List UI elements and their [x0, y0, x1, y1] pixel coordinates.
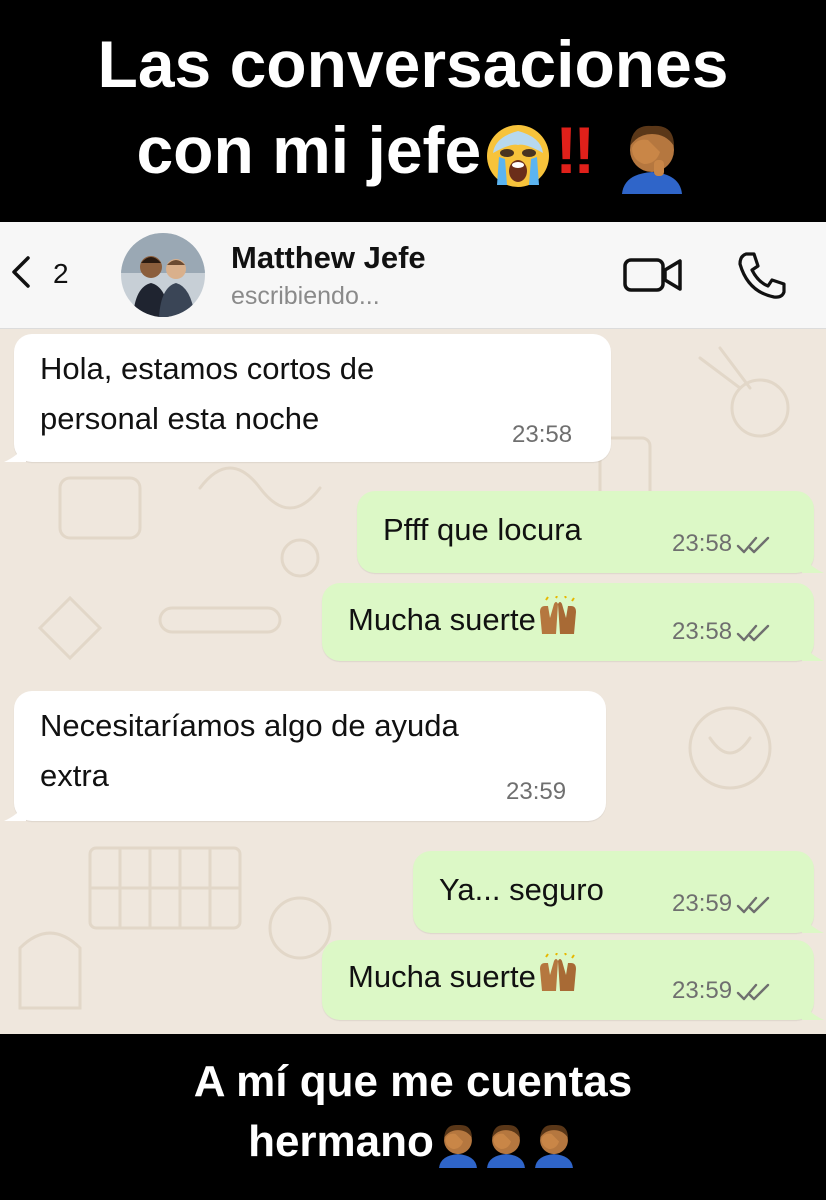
facepalm-emoji [621, 125, 682, 194]
double-exclamation: !! [555, 113, 595, 187]
message-line: Mucha suerte [348, 602, 536, 637]
message-line: personal esta noche [40, 401, 320, 436]
message-time-value: 23:58 [672, 618, 733, 645]
caption-line-2-text: con mi jefe [136, 113, 482, 187]
double-check-icon [736, 983, 770, 1000]
message-text: Mucha suerte [348, 595, 580, 645]
message-bubble-outgoing[interactable]: Mucha suerte 23:58 [322, 583, 824, 661]
raised-hands-emoji [539, 952, 576, 991]
message-line: Mucha suerte [348, 959, 536, 994]
bottom-caption-line-2: hermano [0, 1114, 826, 1170]
message-time-value: 23:59 [672, 890, 733, 917]
top-caption: Las conversaciones con mi jefe !! [0, 0, 826, 222]
contact-status: escribiendo... [231, 282, 380, 310]
message-time: 23:58 [672, 617, 772, 647]
message-text: Hola, estamos cortos de personal esta no… [40, 344, 374, 444]
message-line: Necesitaríamos algo de ayuda [40, 708, 459, 743]
message-text: Necesitaríamos algo de ayuda extra [40, 701, 459, 801]
double-check-icon [736, 624, 770, 641]
message-text: Ya... seguro [439, 872, 604, 907]
message-bubble-outgoing[interactable]: Ya... seguro 23:59 [413, 851, 824, 933]
bubble-tail [4, 444, 26, 462]
bottom-caption-line-1: A mí que me cuentas [193, 1057, 633, 1106]
message-line: Hola, estamos cortos de [40, 351, 375, 386]
bubble-tail [802, 1002, 824, 1020]
back-unread-count[interactable]: 2 [53, 258, 69, 290]
crying-face-emoji [487, 124, 550, 187]
message-time: 23:59 [672, 976, 772, 1006]
back-chevron-icon[interactable] [6, 252, 36, 292]
bubble-tail [4, 803, 26, 821]
facepalm-emoji [438, 1125, 477, 1169]
bottom-caption-line-2-text: hermano [248, 1117, 434, 1166]
message-time-value: 23:59 [672, 977, 733, 1004]
contact-name[interactable]: Matthew Jefe [231, 240, 426, 276]
message-time: 23:58 [512, 421, 573, 448]
chat-header: 2 Matthew Jefe escribiendo... [0, 222, 826, 329]
double-check-icon [736, 536, 770, 553]
bubble-tail [802, 643, 824, 661]
double-check-icon [736, 896, 770, 913]
video-call-icon[interactable] [622, 254, 684, 296]
bottom-caption: A mí que me cuentas hermano [0, 1034, 826, 1200]
contact-avatar[interactable] [121, 233, 205, 317]
caption-line-1: Las conversaciones [97, 27, 729, 101]
message-time: 23:58 [672, 529, 772, 559]
message-bubble-outgoing[interactable]: Mucha suerte 23:59 [322, 940, 824, 1020]
facepalm-emoji [486, 1125, 525, 1169]
message-text: Mucha suerte [348, 952, 580, 1002]
raised-hands-emoji [539, 595, 576, 634]
bubble-tail [802, 915, 824, 933]
message-line: extra [40, 758, 109, 793]
bubble-tail [802, 555, 824, 573]
message-text: Pfff que locura [383, 512, 582, 547]
message-bubble-outgoing[interactable]: Pfff que locura 23:58 [357, 491, 824, 573]
message-time-value: 23:58 [672, 530, 733, 557]
message-time: 23:59 [506, 778, 567, 805]
message-bubble-incoming[interactable]: Hola, estamos cortos de personal esta no… [4, 334, 611, 462]
caption-line-2: con mi jefe !! [0, 108, 826, 194]
phone-call-icon[interactable] [734, 250, 788, 300]
chat-screen: 2 Matthew Jefe escribiendo... Hola, esta… [0, 222, 826, 1034]
message-bubble-incoming[interactable]: Necesitaríamos algo de ayuda extra 23:59 [4, 691, 606, 821]
message-time: 23:59 [672, 889, 772, 919]
facepalm-emoji [534, 1125, 573, 1169]
